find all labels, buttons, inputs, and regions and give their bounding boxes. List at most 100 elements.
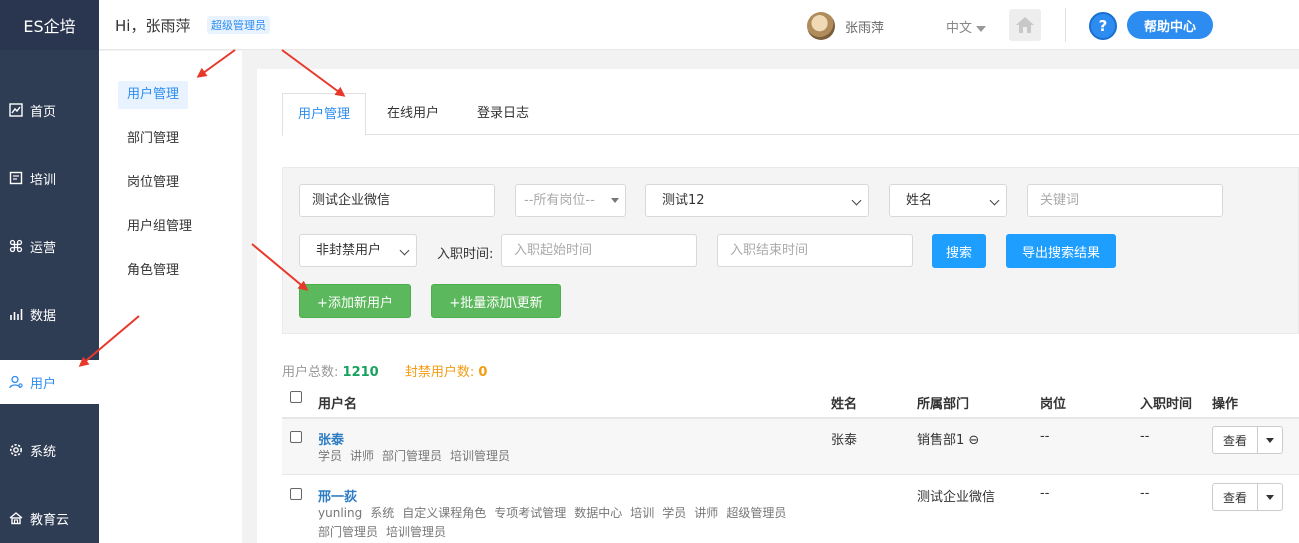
nav-item-system[interactable]: 系统 <box>0 428 99 472</box>
help-icon[interactable]: ? <box>1089 12 1117 40</box>
cell-department: 测试企业微信 <box>917 490 996 505</box>
tab-bar: 用户管理 在线用户 登录日志 <box>282 93 1299 136</box>
company-input[interactable]: 测试企业微信 <box>299 184 495 217</box>
col-name: 姓名 <box>831 397 858 412</box>
cell-entry-time: -- <box>1140 429 1150 444</box>
col-entry-time: 入职时间 <box>1140 397 1193 412</box>
keyword-input[interactable]: 关键词 <box>1027 184 1223 217</box>
action-dropdown-toggle[interactable] <box>1258 427 1282 453</box>
action-dropdown-toggle[interactable] <box>1258 484 1282 510</box>
user-stats: 用户总数: 1210 封禁用户数: 0 <box>282 361 487 380</box>
role-tags: 学员 讲师 部门管理员 培训管理员 <box>318 447 518 466</box>
select-all-checkbox[interactable] <box>290 391 302 403</box>
nav-item-data[interactable]: 数据 <box>0 292 99 336</box>
main-panel: 用户管理 在线用户 登录日志 测试企业微信 --所有岗位-- 测试12 姓名 关… <box>257 69 1299 543</box>
table-row: 邢一荻 yunling 系统 自定义课程角色 专项考试管理 数据中心 培训 学员 讲师 超级管理… <box>282 476 1299 543</box>
tab-online-users[interactable]: 在线用户 <box>387 93 439 135</box>
role-tag: 数据中心 <box>574 506 623 520</box>
col-department: 所属部门 <box>917 397 970 412</box>
nav-label: 首页 <box>30 104 57 120</box>
chevron-down-icon <box>989 195 1000 206</box>
tab-login-log[interactable]: 登录日志 <box>477 93 529 135</box>
avatar[interactable] <box>807 12 835 40</box>
caret-down-icon <box>1266 437 1274 443</box>
col-actions: 操作 <box>1212 397 1239 412</box>
role-tag: 讲师 <box>694 506 719 520</box>
caret-down-icon <box>976 25 987 32</box>
cell-name: 张泰 <box>831 433 858 448</box>
user-name[interactable]: 张雨萍 <box>845 17 884 36</box>
sub-nav: 用户管理 部门管理 岗位管理 用户组管理 角色管理 <box>99 51 242 543</box>
nav-label: 数据 <box>30 308 57 324</box>
table-row: 张泰 学员 讲师 部门管理员 培训管理员 张泰 销售部1 ⊖ -- -- 查看 <box>282 419 1299 475</box>
cloud-icon <box>8 510 24 526</box>
subnav-role-management[interactable]: 角色管理 <box>118 257 188 285</box>
position-select[interactable]: --所有岗位-- <box>515 184 626 217</box>
bar-chart-icon <box>8 306 24 322</box>
nav-label: 培训 <box>30 172 57 188</box>
nav-label: 用户 <box>30 376 57 392</box>
test-select[interactable]: 测试12 <box>645 184 869 217</box>
row-action-group: 查看 <box>1212 483 1283 511</box>
view-button[interactable]: 查看 <box>1213 484 1258 510</box>
role-tag: 自定义课程角色 <box>402 506 487 520</box>
position-select-value: --所有岗位-- <box>524 193 595 208</box>
field-select[interactable]: 姓名 <box>889 184 1007 217</box>
greeting: Hi，张雨萍 <box>115 17 191 35</box>
row-checkbox[interactable] <box>290 431 302 443</box>
export-button[interactable]: 导出搜索结果 <box>1006 234 1116 268</box>
username-link[interactable]: 张泰 <box>318 429 344 448</box>
role-badge: 超级管理员 <box>207 16 270 34</box>
nav-item-users[interactable]: 用户 <box>0 360 99 404</box>
batch-add-button[interactable]: +批量添加\更新 <box>431 284 561 318</box>
home-icon <box>1016 17 1034 33</box>
role-tag: 系统 <box>370 506 395 520</box>
role-tag: 学员 <box>318 449 343 463</box>
nav-label: 教育云 <box>30 512 70 528</box>
help-center-button[interactable]: 帮助中心 <box>1127 11 1213 39</box>
search-button[interactable]: 搜索 <box>932 234 986 268</box>
caret-down-icon <box>611 198 619 203</box>
subnav-dept-management[interactable]: 部门管理 <box>118 125 188 153</box>
gear-icon <box>8 442 24 458</box>
nav-item-operations[interactable]: 运营 <box>0 224 99 268</box>
left-nav: ES企培 首页 培训 运营 数据 用户 系统 教育云 <box>0 0 99 543</box>
caret-down-icon <box>1266 494 1274 500</box>
total-users-value: 1210 <box>342 365 379 380</box>
home-button[interactable] <box>1009 9 1041 41</box>
total-users-label: 用户总数: <box>282 365 339 380</box>
role-tag: 专项考试管理 <box>494 506 567 520</box>
nav-item-edu-cloud[interactable]: 教育云 <box>0 496 99 540</box>
subnav-position-management[interactable]: 岗位管理 <box>118 169 188 197</box>
top-header: Hi，张雨萍 超级管理员 张雨萍 中文 ? 帮助中心 <box>99 0 1299 50</box>
book-icon <box>8 170 24 186</box>
view-button[interactable]: 查看 <box>1213 427 1258 453</box>
language-dropdown[interactable]: 中文 <box>946 17 987 36</box>
add-user-button[interactable]: +添加新用户 <box>299 284 411 318</box>
tab-user-management[interactable]: 用户管理 <box>282 93 367 136</box>
user-icon <box>8 374 24 390</box>
role-tags: yunling 系统 自定义课程角色 专项考试管理 数据中心 培训 学员 讲师 超级管理员 部门… <box>318 504 794 542</box>
ban-status-select[interactable]: 非封禁用户 <box>299 234 417 267</box>
command-icon <box>8 238 24 254</box>
brand-logo: ES企培 <box>0 0 99 50</box>
nav-item-home[interactable]: 首页 <box>0 88 99 132</box>
role-tag: 部门管理员 <box>318 525 379 539</box>
banned-users-label: 封禁用户数: <box>404 365 475 380</box>
role-tag: yunling <box>318 506 363 520</box>
role-tag: 学员 <box>662 506 687 520</box>
username-link[interactable]: 邢一荻 <box>318 486 357 505</box>
divider <box>1065 8 1066 42</box>
entry-time-label: 入职时间: <box>437 247 494 262</box>
subnav-usergroup-management[interactable]: 用户组管理 <box>118 213 201 241</box>
language-label: 中文 <box>946 21 973 36</box>
field-select-value: 姓名 <box>906 193 933 208</box>
test-select-value: 测试12 <box>662 193 705 208</box>
nav-item-training[interactable]: 培训 <box>0 156 99 200</box>
entry-end-input[interactable]: 入职结束时间 <box>717 234 913 267</box>
entry-start-input[interactable]: 入职起始时间 <box>501 234 697 267</box>
role-tag: 讲师 <box>350 449 375 463</box>
subnav-user-management[interactable]: 用户管理 <box>118 81 189 109</box>
row-checkbox[interactable] <box>290 488 302 500</box>
nav-label: 系统 <box>30 444 57 460</box>
